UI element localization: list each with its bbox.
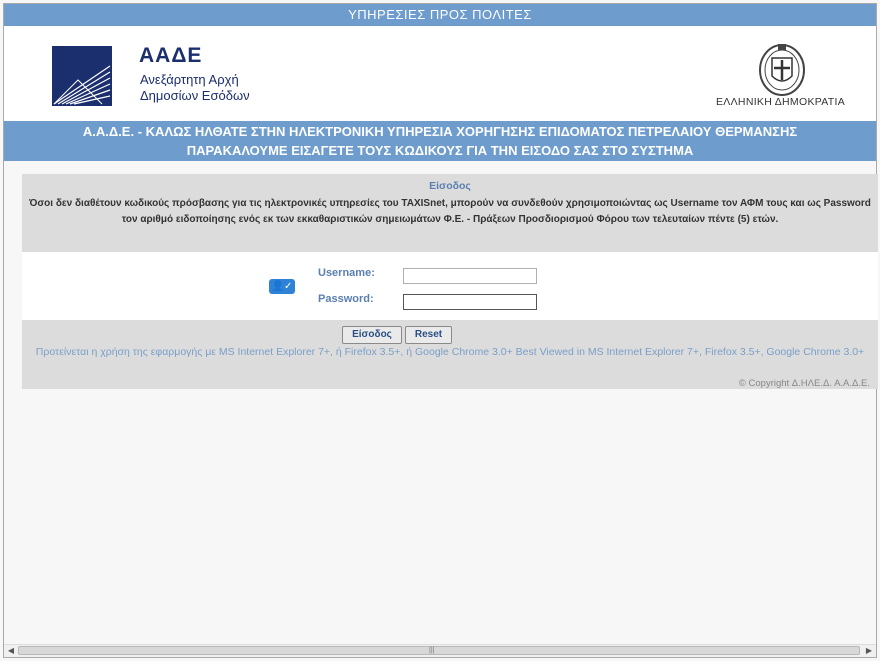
logo-subtitle-2: Δημοσίων Εσόδων	[140, 88, 250, 103]
login-form: 👤✓ Username: Password:	[22, 252, 878, 320]
login-panel: Είσοδος Όσοι δεν διαθέτουν κωδικούς πρόσ…	[22, 174, 878, 389]
page-header: ΑΑΔΕ Ανεξάρτητη Αρχή Δημοσίων Εσόδων ΕΛΛ…	[4, 26, 876, 121]
scroll-left-icon[interactable]: ◀	[6, 646, 16, 656]
username-label: Username:	[318, 267, 375, 279]
emblem-caption: ΕΛΛΗΝΙΚΗ ΔΗΜΟΚΡΑΤΙΑ	[716, 96, 846, 108]
password-input[interactable]	[403, 294, 537, 310]
horizontal-scrollbar[interactable]: ◀ ||| ▶	[4, 644, 876, 657]
scrollbar-thumb[interactable]: |||	[18, 646, 860, 655]
user-check-icon: 👤✓	[269, 279, 295, 294]
login-info-text: Όσοι δεν διαθέτουν κωδικούς πρόσβασης γι…	[29, 198, 871, 225]
banner-line-2: ΠΑΡΑΚΑΛΟΥΜΕ ΕΙΣΑΓΕΤΕ ΤΟΥΣ ΚΩΔΙΚΟΥΣ ΓΙΑ Τ…	[186, 143, 694, 158]
copyright: © Copyright Δ.ΗΛΕ.Δ. Α.Α.Δ.Ε.	[738, 378, 870, 389]
banner-line-1: Α.Α.Δ.Ε. - ΚΑΛΩΣ ΗΛΘΑΤΕ ΣΤΗΝ ΗΛΕΚΤΡΟΝΙΚΗ…	[82, 124, 798, 139]
logo-name: ΑΑΔΕ	[139, 44, 203, 67]
username-input[interactable]	[403, 268, 537, 284]
password-label: Password:	[318, 293, 374, 305]
browser-recommendation: Προτείνεται η χρήση της εφαρμογής με MS …	[35, 346, 865, 358]
services-bar: ΥΠΗΡΕΣΙΕΣ ΠΡΟΣ ΠΟΛΙΤΕΣ	[4, 4, 876, 26]
services-title: ΥΠΗΡΕΣΙΕΣ ΠΡΟΣ ΠΟΛΙΤΕΣ	[348, 7, 532, 22]
greek-emblem-icon	[759, 44, 805, 96]
welcome-banner: Α.Α.Δ.Ε. - ΚΑΛΩΣ ΗΛΘΑΤΕ ΣΤΗΝ ΗΛΕΚΤΡΟΝΙΚΗ…	[4, 121, 876, 161]
scroll-right-icon[interactable]: ▶	[864, 646, 874, 656]
logo-subtitle-1: Ανεξάρτητη Αρχή	[140, 72, 239, 87]
reset-button[interactable]: Reset	[405, 326, 452, 344]
login-title: Είσοδος	[429, 180, 471, 192]
aade-logo-icon	[52, 46, 112, 106]
scrollbar-grip-icon: |||	[429, 647, 435, 654]
login-button[interactable]: Είσοδος	[342, 326, 402, 344]
browser-viewport: ΥΠΗΡΕΣΙΕΣ ΠΡΟΣ ΠΟΛΙΤΕΣ ΑΑΔΕ Ανεξάρτητη Α…	[3, 3, 878, 658]
